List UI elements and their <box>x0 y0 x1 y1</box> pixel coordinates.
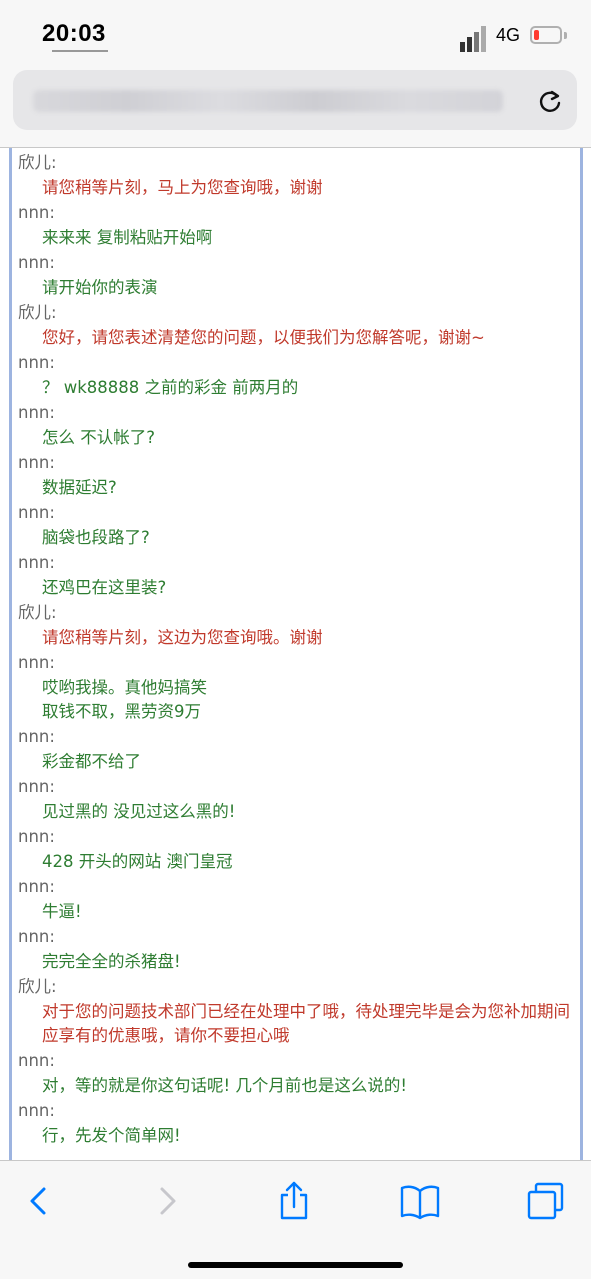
user-message: nnn: 428 开头的网站 澳门皇冠 <box>18 824 578 874</box>
address-url-blurred <box>33 90 503 112</box>
user-message: nnn: 请开始你的表演 <box>18 250 578 300</box>
user-message: nnn: 脑袋也段路了? <box>18 500 578 550</box>
message-text: 428 开头的网站 澳门皇冠 <box>42 852 233 871</box>
message-text: 请开始你的表演 <box>42 278 158 297</box>
message-sender: nnn: <box>18 403 55 422</box>
message-sender: 欣儿: <box>18 153 57 172</box>
message-list: 欣儿: 请您稍等片刻，马上为您查询哦，谢谢 nnn: 来来来 复制粘贴开始啊 nnn: 请… <box>18 150 578 1148</box>
agent-message: 欣儿: 对于您的问题技术部门已经在处理中了哦，待处理完毕是会为您补加期间应享有的优… <box>18 974 578 1048</box>
back-arrow-icon[interactable] <box>18 1181 58 1221</box>
message-sender: nnn: <box>18 453 55 472</box>
message-text: 还鸡巴在这里装? <box>42 578 167 597</box>
message-sender: nnn: <box>18 253 55 272</box>
share-icon[interactable] <box>274 1181 314 1221</box>
address-bar[interactable] <box>13 70 577 130</box>
message-text: 脑袋也段路了? <box>42 528 150 547</box>
tabs-icon[interactable] <box>526 1181 566 1221</box>
chat-transcript[interactable]: 欣儿: 请您稍等片刻，马上为您查询哦，谢谢 nnn: 来来来 复制粘贴开始啊 nnn: 请… <box>9 148 583 1160</box>
home-indicator <box>188 1262 403 1268</box>
status-bar: 20:03 4G <box>0 0 591 62</box>
forward-arrow-icon[interactable] <box>148 1181 188 1221</box>
user-message: nnn: 完完全全的杀猪盘! <box>18 924 578 974</box>
message-sender: nnn: <box>18 1051 55 1070</box>
message-sender: nnn: <box>18 653 55 672</box>
signal-icon <box>460 24 490 52</box>
message-text: 牛逼! <box>42 902 82 921</box>
message-sender: 欣儿: <box>18 603 57 622</box>
user-message: nnn: 怎么 不认帐了? <box>18 400 578 450</box>
message-text: 来来来 复制粘贴开始啊 <box>42 228 213 247</box>
message-text: 对，等的就是你这句话呢! 几个月前也是这么说的! <box>42 1076 407 1095</box>
user-message: nnn: 行，先发个简单网! <box>18 1098 578 1148</box>
message-text: 哎哟我操。真他妈搞笑 <box>42 678 207 697</box>
message-text: 数据延迟? <box>42 478 117 497</box>
status-time: 20:03 <box>42 20 106 47</box>
user-message: nnn: 哎哟我操。真他妈搞笑 <box>18 650 578 700</box>
message-sender: 欣儿: <box>18 303 57 322</box>
message-sender: nnn: <box>18 877 55 896</box>
time-underline <box>52 50 108 52</box>
message-text: 对于您的问题技术部门已经在处理中了哦，待处理完毕是会为您补加期间应享有的优惠哦，… <box>42 1002 570 1045</box>
agent-message: 欣儿: 您好，请您表述清楚您的问题，以便我们为您解答呢，谢谢~ <box>18 300 578 350</box>
message-sender: nnn: <box>18 503 55 522</box>
message-text: 见过黑的 没见过这么黑的! <box>42 802 236 821</box>
message-text: 您好，请您表述清楚您的问题，以便我们为您解答呢，谢谢~ <box>42 328 485 347</box>
user-message: nnn: 对，等的就是你这句话呢! 几个月前也是这么说的! <box>18 1048 578 1098</box>
message-sender: nnn: <box>18 727 55 746</box>
user-message: nnn: 牛逼! <box>18 874 578 924</box>
reload-icon[interactable] <box>535 86 565 116</box>
user-message: nnn: 还鸡巴在这里装? <box>18 550 578 600</box>
message-sender: nnn: <box>18 777 55 796</box>
browser-address-area <box>0 62 591 148</box>
message-sender: nnn: <box>18 827 55 846</box>
user-message: 取钱不取，黑劳资9万 <box>18 700 578 724</box>
message-text: ？ wk88888 之前的彩金 前两月的 <box>42 378 299 397</box>
message-text: 怎么 不认帐了? <box>42 428 156 447</box>
user-message: nnn: ？ wk88888 之前的彩金 前两月的 <box>18 350 578 400</box>
agent-message: 欣儿: 请您稍等片刻，这边为您查询哦。谢谢 <box>18 600 578 650</box>
user-message: nnn: 数据延迟? <box>18 450 578 500</box>
message-sender: nnn: <box>18 353 55 372</box>
user-message: nnn: 来来来 复制粘贴开始啊 <box>18 200 578 250</box>
battery-level <box>534 30 539 40</box>
message-sender: nnn: <box>18 1101 55 1120</box>
bookmarks-icon[interactable] <box>400 1181 440 1221</box>
battery-tip <box>564 32 567 39</box>
message-text: 行，先发个简单网! <box>42 1126 181 1145</box>
agent-message: 欣儿: 请您稍等片刻，马上为您查询哦，谢谢 <box>18 150 578 200</box>
user-message: nnn: 见过黑的 没见过这么黑的! <box>18 774 578 824</box>
user-message: nnn: 彩金都不给了 <box>18 724 578 774</box>
message-sender: nnn: <box>18 203 55 222</box>
message-text: 彩金都不给了 <box>42 752 141 771</box>
message-sender: nnn: <box>18 927 55 946</box>
message-text: 取钱不取，黑劳资9万 <box>42 702 201 721</box>
message-sender: nnn: <box>18 553 55 572</box>
network-type: 4G <box>496 25 521 45</box>
message-text: 请您稍等片刻，这边为您查询哦。谢谢 <box>42 628 323 647</box>
message-text: 请您稍等片刻，马上为您查询哦，谢谢 <box>42 178 323 197</box>
message-text: 完完全全的杀猪盘! <box>42 952 181 971</box>
message-sender: 欣儿: <box>18 977 57 996</box>
battery-icon <box>530 26 562 44</box>
